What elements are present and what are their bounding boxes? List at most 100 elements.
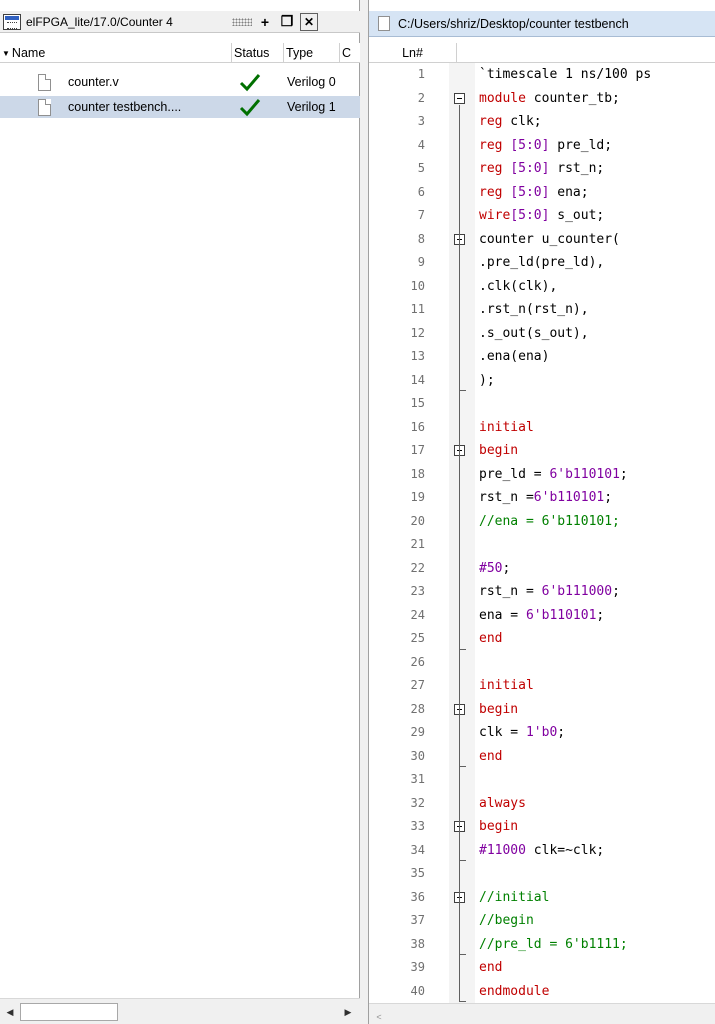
column-type[interactable]: Type: [284, 43, 340, 63]
line-number: 27: [410, 678, 425, 692]
code-line[interactable]: 12 .s_out(s_out),: [369, 322, 715, 346]
line-number: 6: [417, 184, 425, 199]
code-line[interactable]: 5 reg [5:0] rst_n;: [369, 157, 715, 181]
code-text: reg [5:0] pre_ld;: [479, 137, 613, 153]
code-line[interactable]: 15: [369, 392, 715, 416]
file-row-testbench[interactable]: counter testbench.... Verilog 1: [0, 96, 360, 118]
project-pane: elFPGA_lite/17.0/Counter 4 + ❐ ✕ ▼ Name …: [0, 0, 360, 1024]
code-text: clk = 1'b0;: [479, 725, 566, 740]
line-number: 25: [410, 631, 425, 645]
restore-icon[interactable]: ❐: [278, 13, 296, 31]
line-number: 37: [410, 913, 425, 927]
line-number: 24: [410, 607, 425, 622]
code-line[interactable]: 14);: [369, 369, 715, 393]
code-line[interactable]: 39 end: [369, 956, 715, 980]
code-text: module counter_tb;: [479, 90, 620, 106]
scroll-right-icon[interactable]: ▶: [340, 1003, 356, 1021]
line-number: 38: [410, 936, 425, 951]
code-line[interactable]: 19 rst_n =6'b110101;: [369, 486, 715, 510]
code-line[interactable]: 10 .clk(clk),: [369, 275, 715, 299]
column-name[interactable]: ▼ Name: [0, 43, 232, 63]
code-text: endmodule: [479, 983, 550, 999]
fold-end: [459, 860, 466, 861]
file-row-counter[interactable]: counter.v Verilog 0: [0, 71, 360, 93]
line-number: 39: [410, 960, 425, 974]
code-text: //initial: [479, 889, 550, 905]
code-line[interactable]: 13 .ena(ena): [369, 345, 715, 369]
code-line[interactable]: 9 .pre_ld(pre_ld),: [369, 251, 715, 275]
file-type: Verilog 1: [287, 100, 336, 114]
project-horizontal-scrollbar[interactable]: ◀ ▶: [0, 998, 360, 1024]
line-number: 34: [410, 842, 425, 857]
editor-tab[interactable]: C:/Users/shriz/Desktop/counter testbench: [369, 11, 715, 37]
column-status[interactable]: Status: [232, 43, 284, 63]
code-line[interactable]: 8 counter u_counter(: [369, 228, 715, 252]
close-icon[interactable]: ✕: [300, 12, 318, 31]
code-line[interactable]: 24 ena = 6'b110101;: [369, 604, 715, 628]
code-line[interactable]: 35: [369, 862, 715, 886]
code-line[interactable]: 27 initial: [369, 674, 715, 698]
code-line[interactable]: 1 `timescale 1 ns/100 ps: [369, 63, 715, 87]
line-number: 19: [410, 490, 425, 504]
code-text: pre_ld = 6'b110101;: [479, 466, 628, 482]
scroll-thumb[interactable]: [20, 1003, 118, 1021]
code-line[interactable]: 21: [369, 533, 715, 557]
fold-end: [459, 390, 466, 391]
code-line[interactable]: 3 reg clk;: [369, 110, 715, 134]
file-name: counter.v: [68, 75, 119, 89]
code-line[interactable]: 4 reg [5:0] pre_ld;: [369, 134, 715, 158]
line-number: 30: [410, 748, 425, 763]
code-line[interactable]: 31: [369, 768, 715, 792]
file-icon: [38, 98, 51, 116]
code-line[interactable]: 2 module counter_tb;: [369, 87, 715, 111]
column-header: ▼ Name Status Type C: [0, 43, 360, 63]
code-line[interactable]: 37 //begin: [369, 909, 715, 933]
code-line[interactable]: 23 rst_n = 6'b111000;: [369, 580, 715, 604]
code-text: .rst_n(rst_n),: [479, 302, 589, 317]
fold-rail: [459, 715, 460, 766]
code-line[interactable]: 7 wire[5:0] s_out;: [369, 204, 715, 228]
code-line[interactable]: 20 //ena = 6'b110101;: [369, 510, 715, 534]
editor-horizontal-scrollbar[interactable]: <: [369, 1003, 715, 1024]
code-line[interactable]: 17 begin: [369, 439, 715, 463]
column-c[interactable]: C: [340, 43, 360, 63]
code-text: #50;: [479, 560, 511, 576]
code-line[interactable]: 18 pre_ld = 6'b110101;: [369, 463, 715, 487]
fold-rail: [459, 833, 460, 860]
code-line[interactable]: 6 reg [5:0] ena;: [369, 181, 715, 205]
code-line[interactable]: 26: [369, 651, 715, 675]
line-number: 22: [410, 560, 425, 575]
code-line[interactable]: 38 //pre_ld = 6'b1111;: [369, 933, 715, 957]
code-line[interactable]: 16 initial: [369, 416, 715, 440]
window-icon: [3, 13, 21, 30]
code-line[interactable]: 25 end: [369, 627, 715, 651]
file-icon: [38, 73, 51, 91]
code-line[interactable]: 32 always: [369, 792, 715, 816]
code-line[interactable]: 11 .rst_n(rst_n),: [369, 298, 715, 322]
code-line[interactable]: 33 begin: [369, 815, 715, 839]
fold-end: [459, 766, 466, 767]
code-line[interactable]: 34 #11000 clk=~clk;: [369, 839, 715, 863]
fold-end: [459, 1001, 466, 1002]
fold-icon[interactable]: [454, 92, 465, 104]
scroll-left-icon[interactable]: ◀: [2, 1003, 18, 1021]
scroll-left-icon[interactable]: <: [371, 1008, 387, 1024]
code-text: end: [479, 748, 503, 764]
sort-down-icon: ▼: [2, 48, 10, 58]
code-text: #11000 clk=~clk;: [479, 842, 605, 858]
line-number: 8: [417, 231, 425, 246]
line-number: 16: [410, 419, 425, 434]
line-number: 4: [417, 137, 425, 152]
add-icon[interactable]: +: [256, 13, 274, 31]
code-line[interactable]: 29 clk = 1'b0;: [369, 721, 715, 745]
file-name: counter testbench....: [68, 100, 182, 114]
code-text: .s_out(s_out),: [479, 325, 589, 341]
code-line[interactable]: 28 begin: [369, 698, 715, 722]
line-number: 29: [410, 725, 425, 739]
code-line[interactable]: 30 end: [369, 745, 715, 769]
code-line[interactable]: 40 endmodule: [369, 980, 715, 1004]
code-line[interactable]: 22 #50;: [369, 557, 715, 581]
fold-rail: [459, 245, 460, 390]
drag-grip-icon[interactable]: [232, 17, 252, 26]
code-line[interactable]: 36 //initial: [369, 886, 715, 910]
